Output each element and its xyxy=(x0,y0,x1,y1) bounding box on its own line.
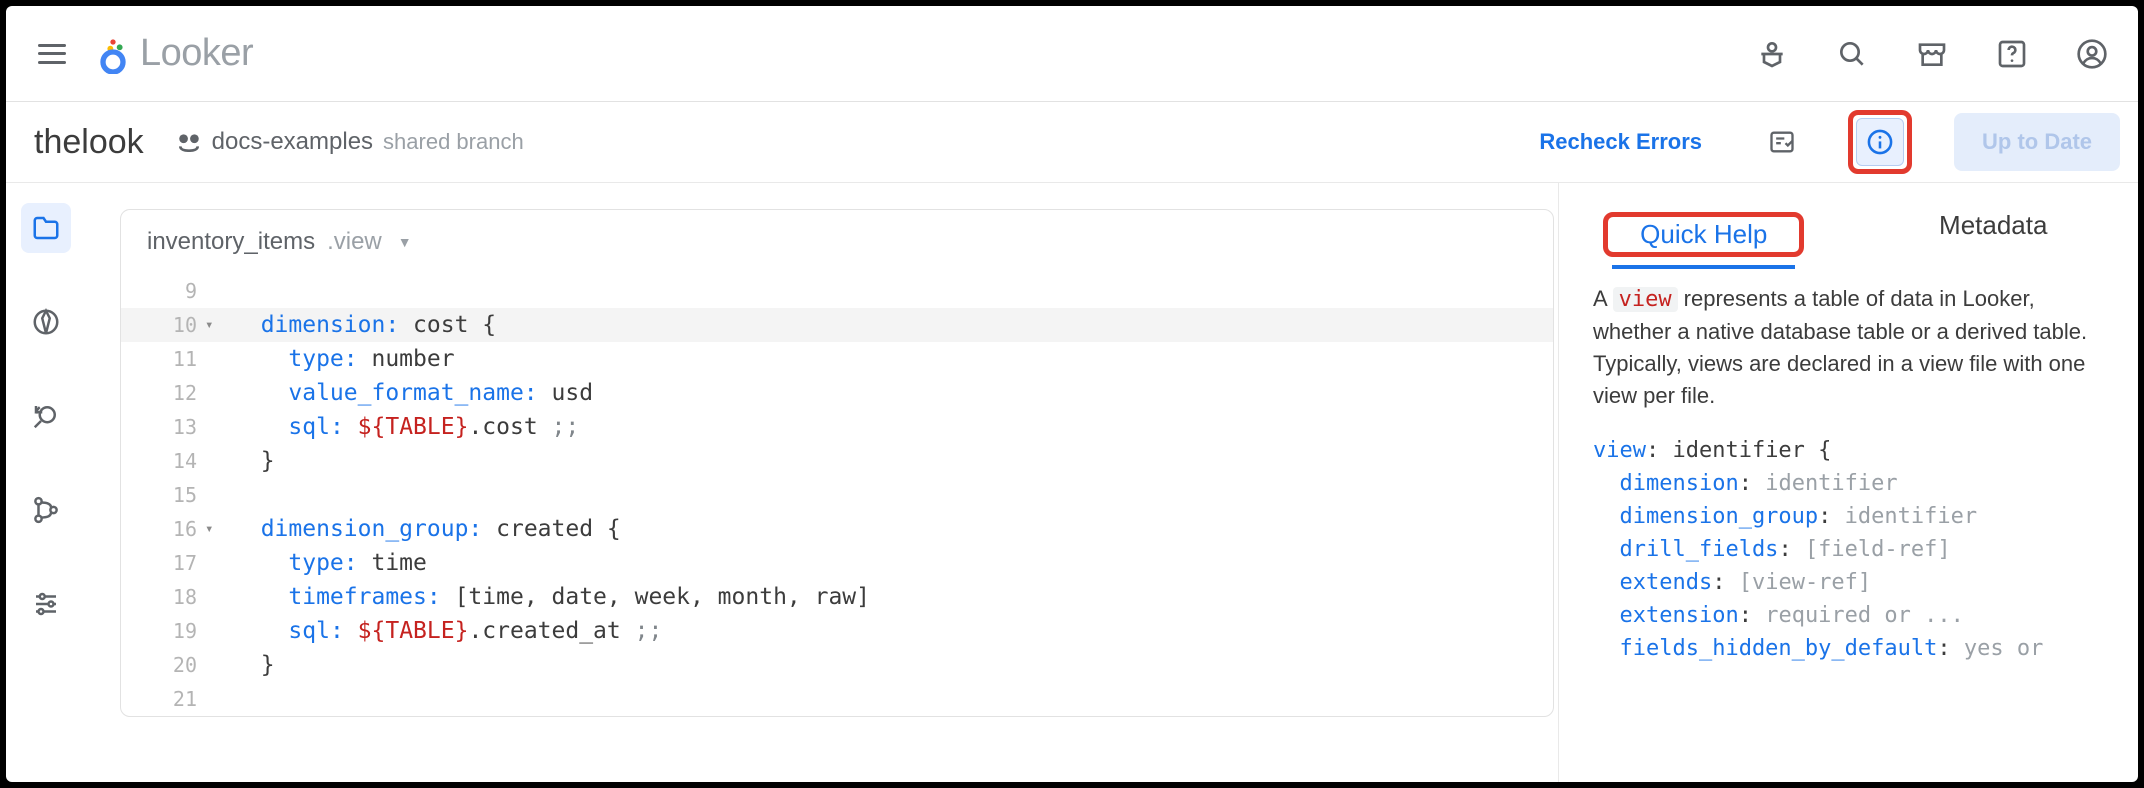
help-intro-code: view xyxy=(1613,287,1678,312)
code-content: dimension: cost { xyxy=(223,308,1553,342)
settings-icon[interactable] xyxy=(21,579,71,629)
code-content: } xyxy=(223,444,1553,478)
line-number: 14 xyxy=(121,444,205,478)
code-content: sql: ${TABLE}.created_at ;; xyxy=(223,614,1553,648)
code-line[interactable]: 20 } xyxy=(121,648,1553,682)
line-number: 13 xyxy=(121,410,205,444)
account-icon[interactable] xyxy=(2074,36,2110,72)
file-tab[interactable]: inventory_items .view ▼ xyxy=(121,210,1553,274)
code-line[interactable]: 14 } xyxy=(121,444,1553,478)
code-line[interactable]: 13 sql: ${TABLE}.cost ;; xyxy=(121,410,1553,444)
git-status-button[interactable]: Up to Date xyxy=(1954,113,2120,171)
code-content: type: time xyxy=(223,546,1553,580)
branch-subtitle: shared branch xyxy=(383,129,524,155)
line-number: 16 xyxy=(121,512,205,546)
left-rail xyxy=(6,183,86,782)
line-number: 10 xyxy=(121,308,205,342)
git-actions-icon[interactable] xyxy=(21,485,71,535)
recheck-errors-button[interactable]: Recheck Errors xyxy=(1525,129,1716,155)
code-line[interactable]: 10▾ dimension: cost { xyxy=(121,308,1553,342)
quick-help-tab-highlight: Quick Help xyxy=(1603,212,1804,257)
code-content: dimension_group: created { xyxy=(223,512,1553,546)
branch-name: docs-examples xyxy=(212,128,373,156)
code-line[interactable]: 17 type: time xyxy=(121,546,1553,580)
help-intro-prefix: A xyxy=(1593,286,1613,311)
learning-icon[interactable] xyxy=(1754,36,1790,72)
side-panel: Quick Help Metadata A view represents a … xyxy=(1558,183,2138,782)
looker-logo[interactable]: Looker xyxy=(96,32,253,75)
code-line[interactable]: 21 xyxy=(121,682,1553,716)
line-number: 12 xyxy=(121,376,205,410)
line-number: 9 xyxy=(121,274,205,308)
project-bar: thelook docs-examples shared branch Rech… xyxy=(6,102,2138,182)
info-icon[interactable] xyxy=(1856,118,1904,166)
code-line[interactable]: 11 type: number xyxy=(121,342,1553,376)
help-example-code: view: identifier { dimension: identifier… xyxy=(1593,434,2106,665)
line-number: 11 xyxy=(121,342,205,376)
object-browser-icon[interactable] xyxy=(21,297,71,347)
code-content: timeframes: [time, date, week, month, ra… xyxy=(223,580,1553,614)
file-basename: inventory_items xyxy=(147,228,315,256)
topbar: Looker xyxy=(6,6,2138,102)
line-number: 15 xyxy=(121,478,205,512)
project-name[interactable]: thelook xyxy=(34,123,144,162)
code-line[interactable]: 9 xyxy=(121,274,1553,308)
code-line[interactable]: 15 xyxy=(121,478,1553,512)
fold-icon[interactable]: ▾ xyxy=(205,512,223,546)
find-replace-icon[interactable] xyxy=(21,391,71,441)
code-content: value_format_name: usd xyxy=(223,376,1553,410)
fold-icon[interactable]: ▾ xyxy=(205,308,223,342)
help-icon[interactable] xyxy=(1994,36,2030,72)
chevron-down-icon: ▼ xyxy=(398,234,412,250)
code-line[interactable]: 12 value_format_name: usd xyxy=(121,376,1553,410)
code-line[interactable]: 18 timeframes: [time, date, week, month,… xyxy=(121,580,1553,614)
file-extension: .view xyxy=(327,228,382,256)
editor: inventory_items.view ▼ 910▾ dimension: c… xyxy=(86,183,1558,782)
hamburger-menu-icon[interactable] xyxy=(34,36,70,72)
line-number: 18 xyxy=(121,580,205,614)
tab-metadata[interactable]: Metadata xyxy=(1911,194,2075,257)
code-content: } xyxy=(223,648,1553,682)
file-browser-icon[interactable] xyxy=(21,203,71,253)
search-icon[interactable] xyxy=(1834,36,1870,72)
line-number: 17 xyxy=(121,546,205,580)
branch-selector[interactable]: docs-examples shared branch xyxy=(176,128,524,156)
line-number: 20 xyxy=(121,648,205,682)
info-button-highlight xyxy=(1848,110,1912,174)
code-block[interactable]: 910▾ dimension: cost {11 type: number12 … xyxy=(121,274,1553,716)
brand-name: Looker xyxy=(140,32,253,75)
panel-tabs: Quick Help Metadata xyxy=(1559,183,2138,257)
help-intro: A view represents a table of data in Loo… xyxy=(1593,283,2106,412)
line-number: 21 xyxy=(121,682,205,716)
marketplace-icon[interactable] xyxy=(1914,36,1950,72)
code-content: type: number xyxy=(223,342,1553,376)
code-content: sql: ${TABLE}.cost ;; xyxy=(223,410,1553,444)
panel-body: A view represents a table of data in Loo… xyxy=(1559,257,2138,665)
code-line[interactable]: 19 sql: ${TABLE}.created_at ;; xyxy=(121,614,1553,648)
code-line[interactable]: 16▾ dimension_group: created { xyxy=(121,512,1553,546)
line-number: 19 xyxy=(121,614,205,648)
project-health-icon[interactable] xyxy=(1758,118,1806,166)
